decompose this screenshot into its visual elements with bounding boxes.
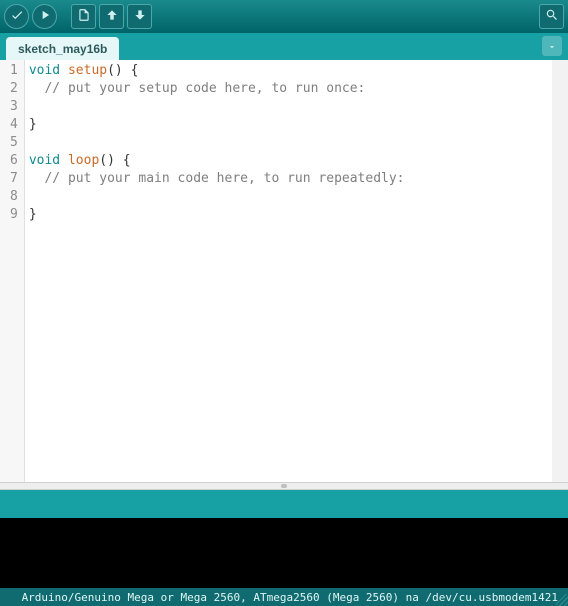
new-sketch-button[interactable] xyxy=(71,4,96,29)
tab-label: sketch_may16b xyxy=(18,42,107,56)
line-number: 8 xyxy=(10,188,18,206)
line-number: 1 xyxy=(10,62,18,80)
code-line[interactable]: void loop() { xyxy=(29,152,548,170)
check-icon xyxy=(10,7,24,26)
code-line[interactable]: void setup() { xyxy=(29,62,548,80)
code-line[interactable]: // put your main code here, to run repea… xyxy=(29,170,548,188)
status-bar: Arduino/Genuino Mega or Mega 2560, ATmeg… xyxy=(0,588,568,606)
arrow-up-icon xyxy=(105,7,119,26)
line-number: 6 xyxy=(10,152,18,170)
code-line[interactable]: } xyxy=(29,116,548,134)
code-line[interactable] xyxy=(29,98,548,116)
line-number: 7 xyxy=(10,170,18,188)
message-bar xyxy=(0,490,568,518)
tab-menu-button[interactable] xyxy=(542,36,562,56)
grip-icon xyxy=(281,484,287,488)
code-line[interactable] xyxy=(29,188,548,206)
line-number-gutter: 123456789 xyxy=(0,60,25,482)
splitter-handle[interactable] xyxy=(0,482,568,490)
tab-bar: sketch_may16b xyxy=(0,33,568,60)
line-number: 5 xyxy=(10,134,18,152)
arrow-right-icon xyxy=(38,7,52,26)
serial-monitor-icon xyxy=(545,7,559,26)
verify-button[interactable] xyxy=(4,4,29,29)
save-sketch-button[interactable] xyxy=(127,4,152,29)
toolbar-left xyxy=(4,4,152,29)
toolbar xyxy=(0,0,568,33)
code-area[interactable]: void setup() { // put your setup code he… xyxy=(25,60,552,482)
console-output[interactable] xyxy=(0,518,568,588)
toolbar-right xyxy=(539,4,564,29)
line-number: 3 xyxy=(10,98,18,116)
file-icon xyxy=(77,7,91,26)
code-line[interactable] xyxy=(29,134,548,152)
upload-button[interactable] xyxy=(32,4,57,29)
line-number: 9 xyxy=(10,206,18,224)
line-number: 4 xyxy=(10,116,18,134)
arrow-down-icon xyxy=(133,7,147,26)
editor: 123456789 void setup() { // put your set… xyxy=(0,60,568,482)
code-line[interactable]: } xyxy=(29,206,548,224)
code-line[interactable]: // put your setup code here, to run once… xyxy=(29,80,548,98)
open-sketch-button[interactable] xyxy=(99,4,124,29)
board-port-status: Arduino/Genuino Mega or Mega 2560, ATmeg… xyxy=(22,591,558,604)
tab-sketch[interactable]: sketch_may16b xyxy=(6,37,119,60)
chevron-down-icon xyxy=(547,37,557,56)
line-number: 2 xyxy=(10,80,18,98)
serial-monitor-button[interactable] xyxy=(539,4,564,29)
